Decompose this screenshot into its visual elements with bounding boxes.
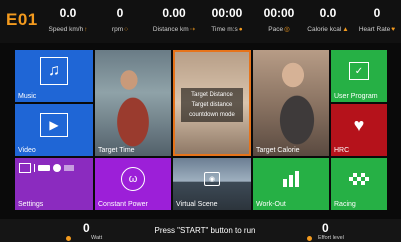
- stat-value: 0.00: [162, 6, 186, 20]
- brand-logo: E01: [6, 10, 38, 29]
- tile-racing[interactable]: Racing: [331, 158, 387, 210]
- display-icon: [19, 163, 31, 173]
- tile-target-calorie[interactable]: Target Calorie: [253, 50, 329, 156]
- tile-settings[interactable]: Settings: [15, 158, 93, 210]
- caption-line: countdown mode: [189, 112, 235, 118]
- rpm-icon: ○: [124, 26, 129, 33]
- speed-icon: ↑: [84, 26, 88, 33]
- tile-label: Virtual Scene: [176, 201, 218, 208]
- watt-value: 0: [83, 221, 90, 235]
- tile-label: Racing: [334, 201, 356, 208]
- checkered-flag-icon: [349, 173, 369, 185]
- divider-icon: [34, 164, 35, 172]
- tile-label: Target Calorie: [256, 147, 300, 154]
- watt-label: Watt: [91, 235, 103, 241]
- tile-target-distance[interactable]: Target Distance Target distance countdow…: [173, 50, 251, 156]
- stat-speed: 0.0 Speed km/h↑: [40, 6, 96, 35]
- effort-value: 0: [322, 221, 329, 235]
- tile-hrc[interactable]: ♥ HRC: [331, 104, 387, 156]
- tile-label: Work-Out: [256, 201, 286, 208]
- tile-constant-power[interactable]: ω Constant Power: [95, 158, 171, 210]
- power-icon: ω: [121, 167, 145, 191]
- caption-line: Target distance: [191, 102, 233, 108]
- heart-pulse-icon: ♥: [353, 114, 365, 135]
- toggle-icon: [53, 164, 61, 172]
- play-icon: ▶: [40, 113, 68, 137]
- tile-work-out[interactable]: Work-Out: [253, 158, 329, 210]
- network-icon: [64, 165, 74, 171]
- distance-icon: ⇢: [189, 26, 196, 33]
- stat-label: Time m:s: [211, 26, 238, 33]
- music-note-icon: ♫: [40, 57, 68, 85]
- tile-virtual-scene[interactable]: ◉ Virtual Scene: [173, 158, 251, 210]
- stat-label: Heart Rate: [358, 26, 391, 33]
- effort-indicator-icon: [307, 236, 312, 241]
- pace-icon: ◎: [284, 26, 290, 33]
- stat-heart-rate: 0 Heart Rate♥: [355, 6, 399, 35]
- tile-label: User Program: [334, 93, 378, 100]
- stat-label: Speed km/h: [48, 26, 84, 33]
- stat-value: 0: [116, 6, 124, 20]
- location-icon: ◉: [204, 172, 220, 186]
- stat-label: Pace: [268, 26, 284, 33]
- stat-value: 00:00: [263, 6, 295, 20]
- stat-label: Calorie kcal: [307, 26, 342, 33]
- flame-icon: ▲: [342, 26, 349, 33]
- settings-icons: [19, 163, 74, 173]
- battery-icon: [38, 165, 50, 171]
- stat-pace: 00:00 Pace◎: [256, 6, 302, 35]
- stat-distance: 0.00 Distance km⇢: [145, 6, 203, 35]
- tile-user-program[interactable]: ✓ User Program: [331, 50, 387, 102]
- stat-label: rpm: [111, 26, 124, 33]
- tile-video[interactable]: ▶ Video: [15, 104, 93, 156]
- stat-time: 00:00 Time m:s●: [203, 6, 251, 35]
- tile-label: Settings: [18, 201, 44, 208]
- target-distance-caption: Target Distance Target distance countdow…: [181, 88, 243, 122]
- tile-label: Constant Power: [98, 201, 148, 208]
- stat-value: 00:00: [211, 6, 243, 20]
- bar-chart-icon: [283, 171, 299, 187]
- tile-label: Video: [18, 147, 36, 154]
- heart-icon: ♥: [391, 26, 396, 33]
- stat-value: 0.0: [319, 6, 337, 20]
- edit-icon: ✓: [349, 62, 369, 80]
- tile-label: Music: [18, 93, 37, 100]
- stat-value: 0: [373, 6, 381, 20]
- start-prompt: Press "START" button to run: [154, 226, 256, 235]
- tile-label: HRC: [334, 147, 350, 154]
- clock-icon: ●: [238, 26, 243, 33]
- effort-label: Effort level: [318, 235, 344, 241]
- watt-indicator-icon: [66, 236, 71, 241]
- tile-target-time[interactable]: Target Time: [95, 50, 171, 156]
- bottom-status-bar: 0 Watt Press "START" button to run 0 Eff…: [0, 219, 401, 242]
- top-status-bar: E01 0.0 Speed km/h↑ 0 rpm○ 0.00 Distance…: [0, 0, 401, 43]
- stat-value: 0.0: [59, 6, 77, 20]
- stat-rpm: 0 rpm○: [102, 6, 138, 35]
- tile-music[interactable]: ♫ Music: [15, 50, 93, 102]
- stat-calorie: 0.0 Calorie kcal▲: [302, 6, 354, 35]
- caption-line: Target Distance: [191, 92, 233, 98]
- stat-label: Distance km: [152, 26, 189, 33]
- tile-label: Target Time: [98, 147, 135, 154]
